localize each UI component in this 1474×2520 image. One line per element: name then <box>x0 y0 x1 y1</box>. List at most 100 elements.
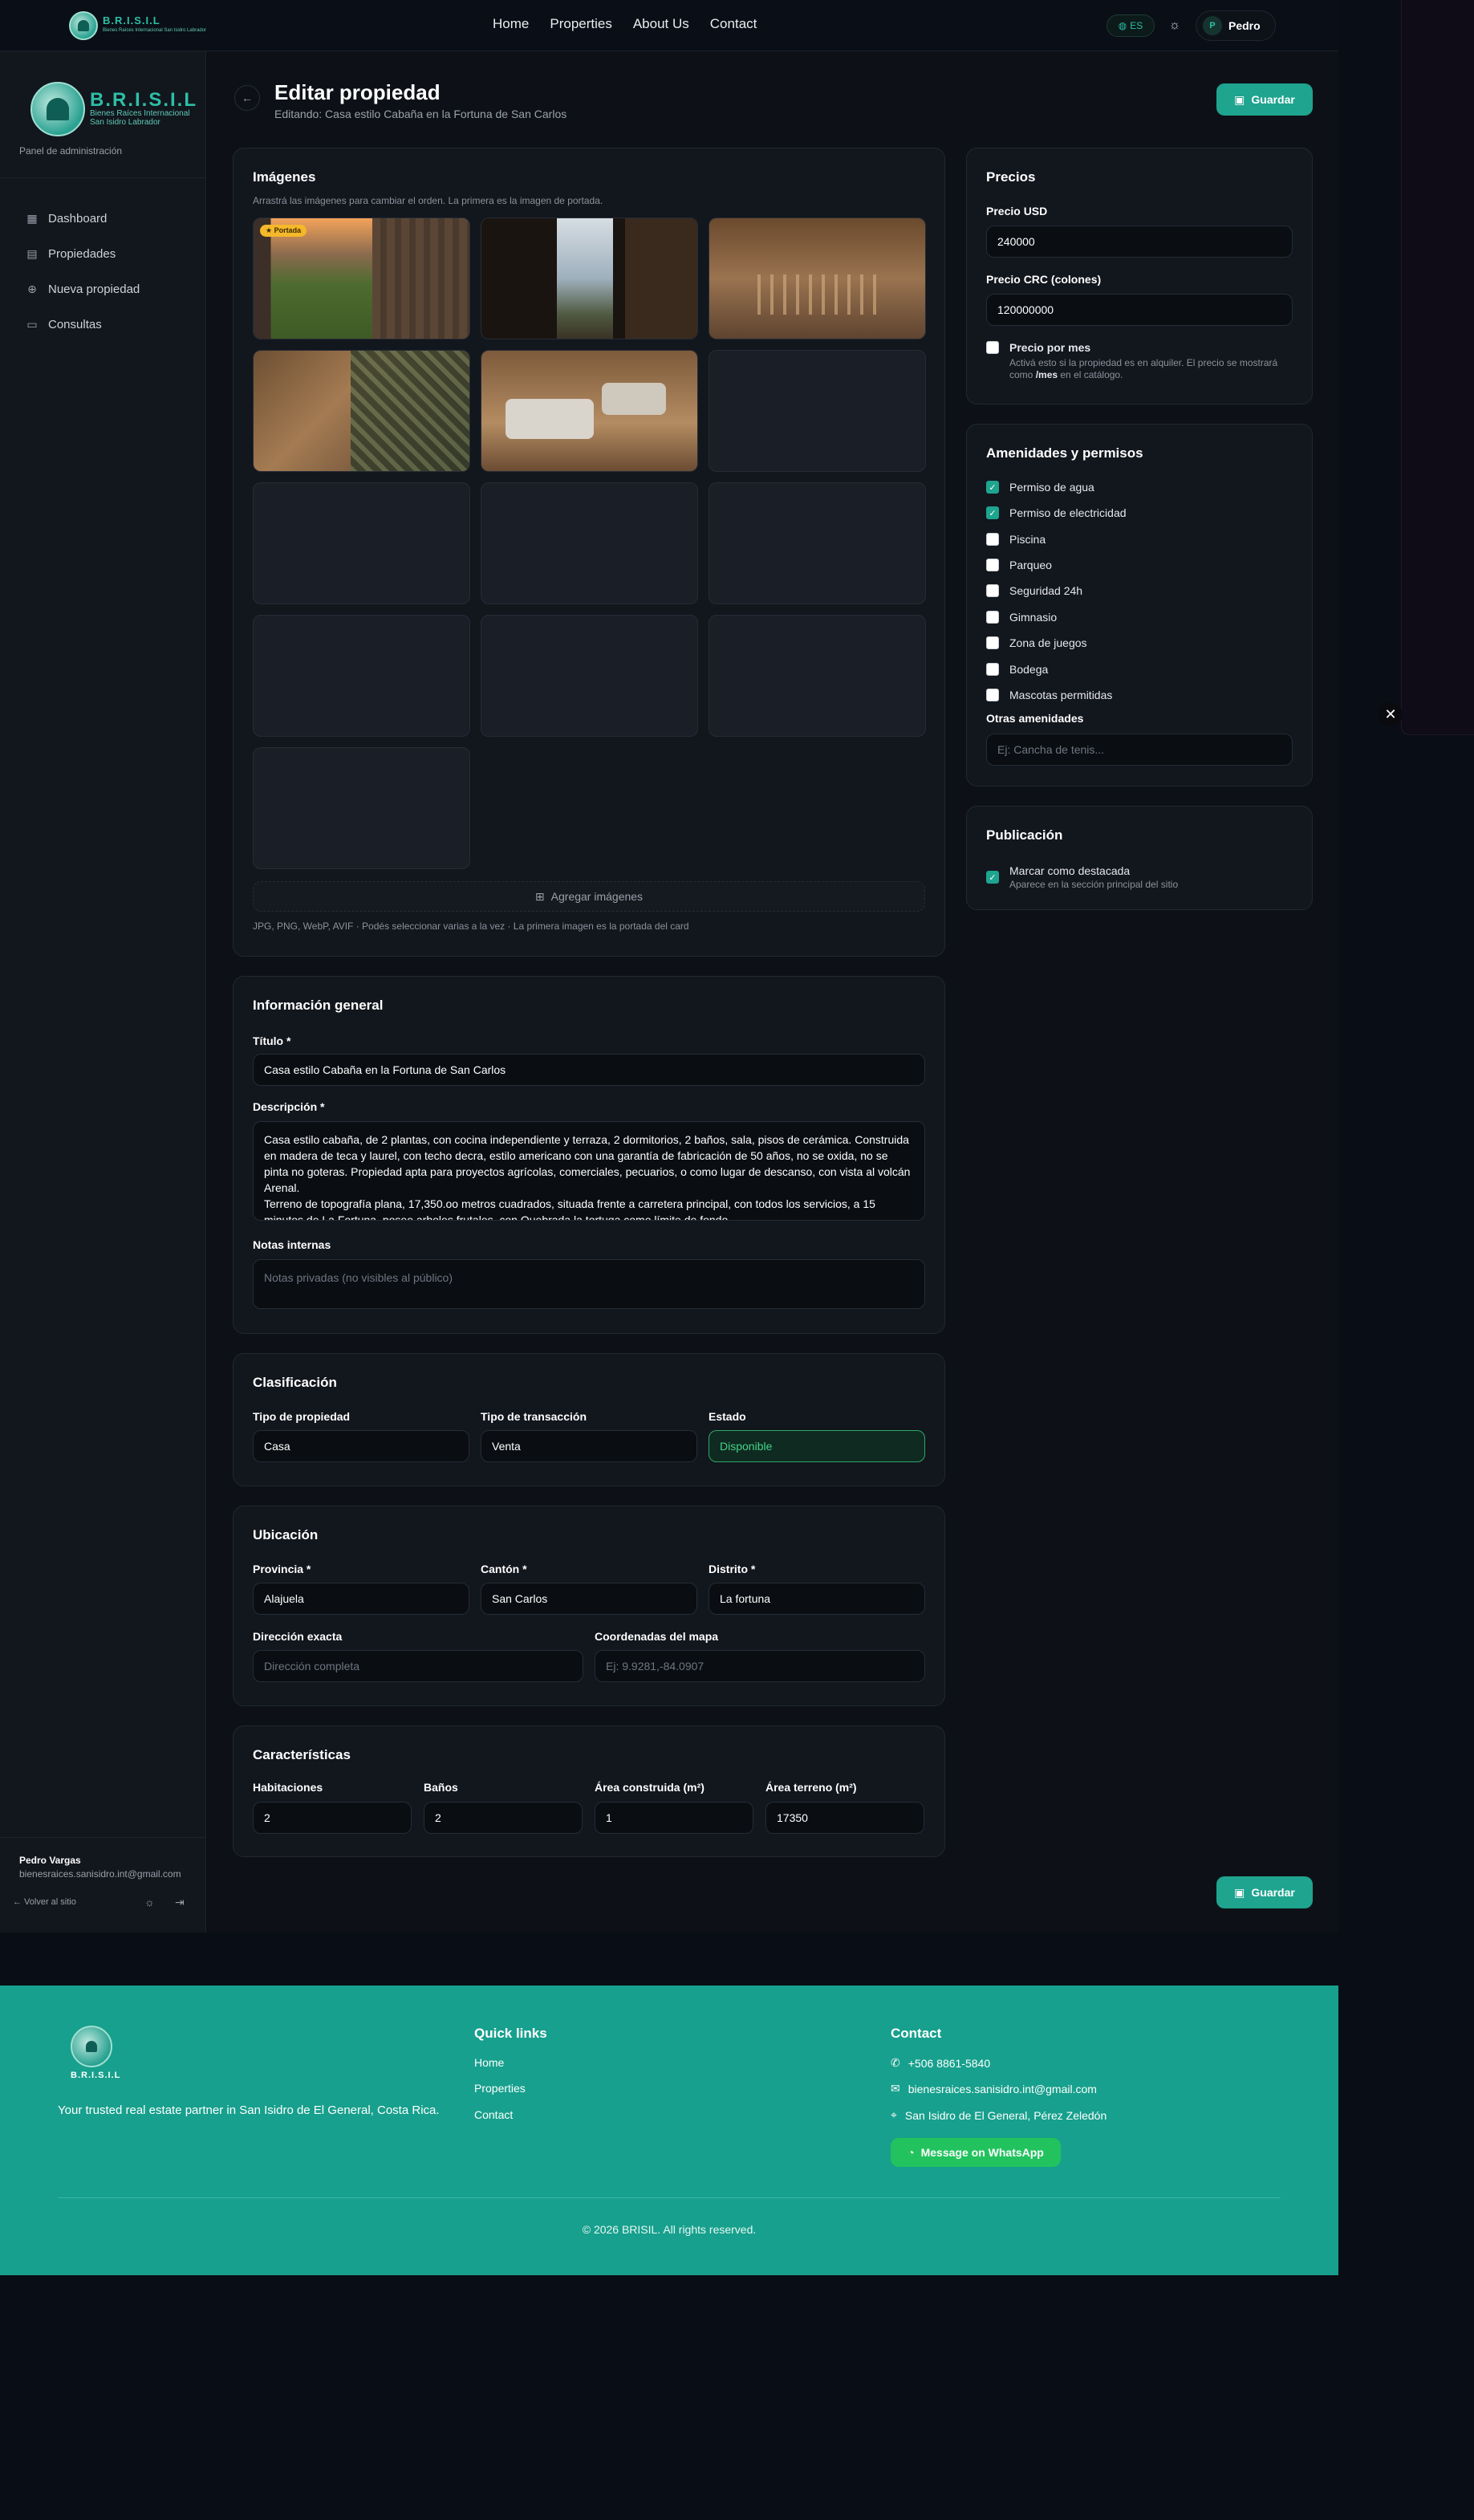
back-to-site-link[interactable]: ← Volver al sitio <box>13 1897 76 1907</box>
sidebar-item-new-property[interactable]: ⊕ Nueva propiedad <box>26 271 140 307</box>
title-input[interactable]: Casa estilo Cabaña en la Fortuna de San … <box>253 1054 925 1086</box>
mail-icon: ✉ <box>891 2082 900 2095</box>
amenity-parking[interactable]: Parqueo <box>986 559 1052 571</box>
description-textarea[interactable]: Casa estilo cabaña, de 2 plantas, con co… <box>253 1121 925 1221</box>
footer-link-contact[interactable]: Contact <box>474 2108 513 2121</box>
baths-input[interactable]: 2 <box>424 1802 583 1834</box>
save-button[interactable]: ▣ Guardar <box>1216 83 1313 116</box>
checkbox[interactable] <box>986 611 999 624</box>
status-select[interactable]: Disponible <box>709 1430 925 1462</box>
footer-email[interactable]: ✉ bienesraices.sanisidro.int@gmail.com <box>891 2082 1097 2095</box>
province-select[interactable]: Alajuela <box>253 1583 469 1615</box>
footer-logo[interactable]: B.R.I.S.I.L <box>71 2026 120 2080</box>
sidebar-item-dashboard[interactable]: ▦ Dashboard <box>26 201 140 236</box>
sidebar-item-inquiries[interactable]: ▭ Consultas <box>26 307 140 342</box>
admin-sidebar: B.R.I.S.I.L Bienes Raíces Internacional Sa… <box>0 51 206 1933</box>
checkbox[interactable] <box>986 584 999 597</box>
checkbox[interactable] <box>986 689 999 701</box>
other-amenities-input[interactable]: Ej: Cancha de tenis... <box>986 734 1293 766</box>
checkbox[interactable] <box>986 636 999 649</box>
checkbox-checked[interactable]: ✓ <box>986 481 999 494</box>
featured-checkbox-row[interactable]: ✓ Marcar como destacada Aparece en la se… <box>986 864 1178 890</box>
back-arrow-icon[interactable]: ← <box>234 85 260 111</box>
nav-link-properties[interactable]: Properties <box>550 16 611 32</box>
footer-link-home[interactable]: Home <box>474 2056 504 2069</box>
theme-toggle-sun-icon[interactable]: ☼ <box>1165 16 1184 35</box>
image-slot-empty[interactable] <box>709 482 926 604</box>
image-slot-empty[interactable] <box>709 350 926 472</box>
top-navbar: B.R.I.S.I.L Bienes Raíces Internacional S… <box>0 0 1338 51</box>
rooms-input[interactable]: 2 <box>253 1802 412 1834</box>
copyright: © 2026 BRISIL. All rights reserved. <box>582 2223 757 2236</box>
nav-link-contact[interactable]: Contact <box>710 16 757 32</box>
land-area-input[interactable]: 17350 <box>765 1802 924 1834</box>
nav-link-about[interactable]: About Us <box>633 16 689 32</box>
image-slot-empty[interactable] <box>253 615 470 737</box>
image-thumb-cover[interactable]: ★ Portada <box>253 217 470 339</box>
sidebar-subtitle: Panel de administración <box>19 145 123 156</box>
divider <box>58 2197 1281 2198</box>
amenity-security[interactable]: Seguridad 24h <box>986 584 1082 597</box>
price-crc-input[interactable]: 120000000 <box>986 294 1293 326</box>
add-images-button[interactable]: ⊞ Agregar imágenes <box>253 881 925 912</box>
canton-label: Cantón * <box>481 1563 527 1575</box>
image-slot-empty[interactable] <box>481 615 698 737</box>
coordinates-input[interactable]: Ej: 9.9281,-84.0907 <box>595 1650 925 1682</box>
monthly-price-checkbox[interactable] <box>986 341 999 354</box>
internal-notes-textarea[interactable]: Notas privadas (no visibles al público) <box>253 1259 925 1309</box>
images-hint: Arrastrá las imágenes para cambiar el or… <box>253 195 603 206</box>
property-type-select[interactable]: Casa <box>253 1430 469 1462</box>
checkbox[interactable] <box>986 533 999 546</box>
sidebar-user-name: Pedro Vargas <box>19 1855 81 1866</box>
address-input[interactable]: Dirección completa <box>253 1650 583 1682</box>
image-slot-empty[interactable] <box>709 615 926 737</box>
image-slot-empty[interactable] <box>253 482 470 604</box>
district-select[interactable]: La fortuna <box>709 1583 925 1615</box>
footer-link-properties[interactable]: Properties <box>474 2082 526 2095</box>
amenity-electricity-permit[interactable]: ✓ Permiso de electricidad <box>986 506 1127 519</box>
map-pin-icon: ⌖ <box>891 2108 897 2121</box>
save-button-bottom[interactable]: ▣ Guardar <box>1216 1876 1313 1908</box>
theme-toggle-sun-icon[interactable]: ☼ <box>144 1896 155 1908</box>
amenity-pets[interactable]: Mascotas permitidas <box>986 689 1112 701</box>
amenity-gym[interactable]: Gimnasio <box>986 611 1057 624</box>
checkbox[interactable] <box>986 559 999 571</box>
footer-phone[interactable]: ✆ +506 8861-5840 <box>891 2056 990 2070</box>
canton-select[interactable]: San Carlos <box>481 1583 697 1615</box>
built-area-input[interactable]: 1 <box>595 1802 753 1834</box>
language-switch[interactable]: ◍ ES <box>1107 14 1155 37</box>
image-thumb[interactable] <box>481 217 698 339</box>
checkbox[interactable] <box>986 663 999 676</box>
image-thumb[interactable] <box>481 350 698 472</box>
footer-address: ⌖ San Isidro de El General, Pérez Zeledón <box>891 2108 1107 2122</box>
sidebar-item-properties[interactable]: ▤ Propiedades <box>26 236 140 271</box>
prices-title: Precios <box>986 169 1036 185</box>
classification-title: Clasificación <box>253 1375 337 1390</box>
image-thumb[interactable] <box>253 350 470 472</box>
cover-badge: ★ Portada <box>260 225 307 237</box>
price-usd-input[interactable]: 240000 <box>986 226 1293 258</box>
navbar-brand[interactable]: B.R.I.S.I.L Bienes Raíces Internacional S… <box>69 11 206 40</box>
image-slot-empty[interactable] <box>481 482 698 604</box>
featured-checkbox[interactable]: ✓ <box>986 871 999 884</box>
featured-hint: Aparece en la sección principal del siti… <box>1009 879 1179 890</box>
nav-link-home[interactable]: Home <box>493 16 529 32</box>
close-icon[interactable]: ✕ <box>1379 702 1403 726</box>
amenity-storage[interactable]: Bodega <box>986 663 1048 676</box>
logout-icon[interactable]: ⇥ <box>175 1896 185 1909</box>
sidebar-brand-name: B.R.I.S.I.L Bienes Raíces Internacional Sa… <box>90 89 198 128</box>
monthly-price-checkbox-row[interactable]: Precio por mes <box>986 341 1090 354</box>
amenity-water-permit[interactable]: ✓ Permiso de agua <box>986 481 1094 494</box>
whatsapp-button[interactable]: ◔ Message on WhatsApp <box>891 2138 1061 2167</box>
images-title: Imágenes <box>253 169 316 185</box>
image-thumb[interactable] <box>709 217 926 339</box>
building-icon: ▤ <box>26 247 38 260</box>
amenity-playground[interactable]: Zona de juegos <box>986 636 1087 649</box>
checkbox-checked[interactable]: ✓ <box>986 506 999 519</box>
user-menu[interactable]: P Pedro <box>1196 10 1276 41</box>
amenity-pool[interactable]: Piscina <box>986 533 1046 546</box>
image-slot-empty[interactable] <box>253 747 470 869</box>
address-label: Dirección exacta <box>253 1630 343 1643</box>
transaction-type-select[interactable]: Venta <box>481 1430 697 1462</box>
sidebar-logo[interactable]: B.R.I.S.I.L Bienes Raíces Internacional Sa… <box>30 82 197 136</box>
